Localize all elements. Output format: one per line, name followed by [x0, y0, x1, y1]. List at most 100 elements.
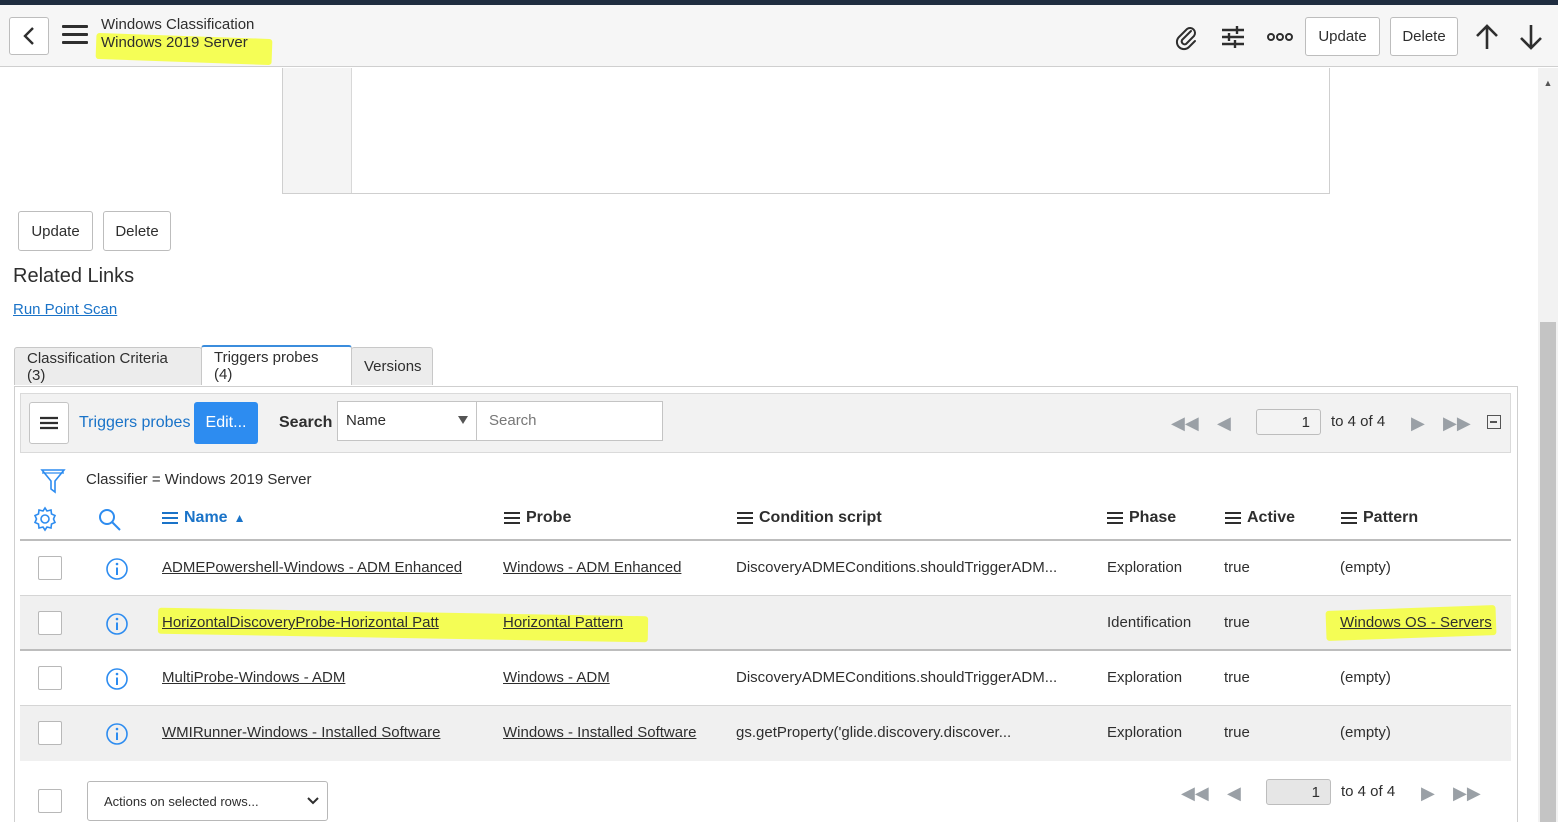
cell-active: true	[1224, 669, 1250, 686]
info-icon[interactable]	[105, 612, 129, 636]
column-header-pattern[interactable]: Pattern	[1341, 509, 1418, 527]
last-page-icon[interactable]: ▶▶	[1443, 413, 1471, 434]
cell-active: true	[1224, 559, 1250, 576]
form-header: Windows Classification Windows 2019 Serv…	[0, 5, 1558, 67]
cell-phase: Exploration	[1107, 559, 1183, 576]
prev-page-icon[interactable]: ◀	[1227, 783, 1241, 804]
cell-name[interactable]: MultiProbe-Windows - ADM	[162, 669, 345, 686]
column-header-phase[interactable]: Phase	[1107, 509, 1176, 527]
cell-active: true	[1224, 614, 1250, 631]
row-checkbox[interactable]	[38, 666, 62, 690]
filter-icon[interactable]	[40, 467, 66, 495]
cell-probe[interactable]: Windows - ADM Enhanced	[503, 559, 681, 576]
cell-name[interactable]: HorizontalDiscoveryProbe-Horizontal Patt	[162, 614, 439, 631]
more-icon[interactable]	[1264, 21, 1296, 53]
column-label: Phase	[1129, 509, 1177, 526]
scroll-up-icon[interactable]: ▲	[1540, 78, 1556, 90]
tab-versions[interactable]: Versions	[351, 347, 433, 385]
scrollbar-thumb[interactable]	[1540, 322, 1556, 822]
cell-probe[interactable]: Horizontal Pattern	[503, 614, 623, 631]
caret-down-icon	[458, 416, 468, 424]
cell-pattern: (empty)	[1340, 724, 1391, 741]
cell-condition: DiscoveryADMEConditions.shouldTriggerADM…	[736, 559, 1058, 576]
cell-condition: gs.getProperty('glide.discovery.discover…	[736, 724, 1012, 741]
first-page-icon[interactable]: ◀◀	[1181, 783, 1209, 804]
filter-condition[interactable]: Classifier = Windows 2019 Server	[86, 471, 312, 488]
search-icon[interactable]	[97, 507, 123, 533]
page-input[interactable]: 1	[1266, 779, 1331, 805]
info-icon[interactable]	[105, 722, 129, 746]
back-button[interactable]	[9, 17, 49, 55]
search-input[interactable]: Search	[476, 401, 663, 441]
editor-gutter	[283, 68, 352, 193]
settings-sliders-icon[interactable]	[1217, 21, 1249, 53]
first-page-icon[interactable]: ◀◀	[1171, 413, 1199, 434]
actions-select[interactable]: Actions on selected rows...	[87, 781, 328, 821]
cell-phase: Exploration	[1107, 669, 1183, 686]
header-update-button[interactable]: Update	[1305, 17, 1380, 56]
row-checkbox[interactable]	[38, 556, 62, 580]
table-row: HorizontalDiscoveryProbe-Horizontal Patt…	[20, 596, 1511, 651]
search-field-select[interactable]: Name	[337, 401, 477, 441]
related-links-heading: Related Links	[13, 265, 135, 287]
tab-classification-criteria[interactable]: Classification Criteria (3)	[14, 347, 202, 385]
select-all-checkbox[interactable]	[38, 789, 62, 813]
cell-active: true	[1224, 724, 1250, 741]
header-delete-button[interactable]: Delete	[1390, 17, 1458, 56]
cell-pattern: (empty)	[1340, 669, 1391, 686]
column-header-probe[interactable]: Probe	[504, 509, 571, 527]
form-title: Windows Classification	[101, 16, 255, 33]
next-page-icon[interactable]: ▶	[1411, 413, 1425, 434]
row-checkbox[interactable]	[38, 611, 62, 635]
cell-pattern[interactable]: Windows OS - Servers	[1340, 614, 1492, 631]
menu-icon[interactable]	[62, 25, 88, 47]
chevron-down-icon	[307, 797, 319, 805]
prev-page-icon[interactable]: ◀	[1217, 413, 1231, 434]
row-checkbox[interactable]	[38, 721, 62, 745]
page-input[interactable]: 1	[1256, 409, 1321, 435]
column-menu-icon[interactable]	[162, 509, 178, 527]
column-header-condition-script[interactable]: Condition script	[737, 509, 882, 527]
page-range: to 4 of 4	[1341, 783, 1396, 800]
top-pager: ◀◀ ◀ 1 to 4 of 4 ▶ ▶▶	[1171, 409, 1491, 437]
column-header-name[interactable]: Name ▲	[162, 509, 245, 527]
tab-triggers-probes[interactable]: Triggers probes (4)	[201, 345, 352, 385]
cell-condition: DiscoveryADMEConditions.shouldTriggerADM…	[736, 669, 1058, 686]
update-button[interactable]: Update	[18, 211, 93, 251]
cell-name[interactable]: WMIRunner-Windows - Installed Software	[162, 724, 440, 741]
table-row: MultiProbe-Windows - ADM Windows - ADM D…	[20, 651, 1511, 706]
info-icon[interactable]	[105, 667, 129, 691]
list-title[interactable]: Triggers probes	[79, 414, 190, 432]
column-menu-icon[interactable]	[1225, 509, 1241, 527]
delete-button[interactable]: Delete	[103, 211, 171, 251]
cell-probe[interactable]: Windows - Installed Software	[503, 724, 696, 741]
last-page-icon[interactable]: ▶▶	[1453, 783, 1481, 804]
record-name: Windows 2019 Server	[101, 34, 248, 51]
arrow-down-icon[interactable]	[1515, 21, 1547, 53]
next-page-icon[interactable]: ▶	[1421, 783, 1435, 804]
column-label: Active	[1247, 509, 1296, 526]
cell-name[interactable]: ADMEPowershell-Windows - ADM Enhanced	[162, 559, 462, 576]
script-editor[interactable]	[282, 68, 1330, 194]
cell-pattern: (empty)	[1340, 559, 1391, 576]
column-menu-icon[interactable]	[504, 509, 520, 527]
column-menu-icon[interactable]	[1341, 509, 1357, 527]
cell-phase: Exploration	[1107, 724, 1183, 741]
column-menu-icon[interactable]	[1107, 509, 1123, 527]
column-label: Condition script	[759, 509, 882, 526]
info-icon[interactable]	[105, 557, 129, 581]
menu-icon	[40, 416, 58, 430]
cell-probe[interactable]: Windows - ADM	[503, 669, 610, 686]
paperclip-icon[interactable]	[1170, 21, 1202, 53]
collapse-icon[interactable]	[1487, 415, 1501, 429]
edit-button[interactable]: Edit...	[194, 402, 258, 444]
gear-icon[interactable]	[32, 506, 58, 532]
filter-breadcrumb: Classifier = Windows 2019 Server	[20, 462, 1511, 500]
column-label: Name	[184, 509, 228, 526]
actions-select-value: Actions on selected rows...	[104, 794, 259, 809]
run-point-scan-link[interactable]: Run Point Scan	[13, 301, 117, 318]
list-menu-button[interactable]	[29, 402, 69, 444]
arrow-up-icon[interactable]	[1471, 21, 1503, 53]
column-menu-icon[interactable]	[737, 509, 753, 527]
column-header-active[interactable]: Active	[1225, 509, 1295, 527]
